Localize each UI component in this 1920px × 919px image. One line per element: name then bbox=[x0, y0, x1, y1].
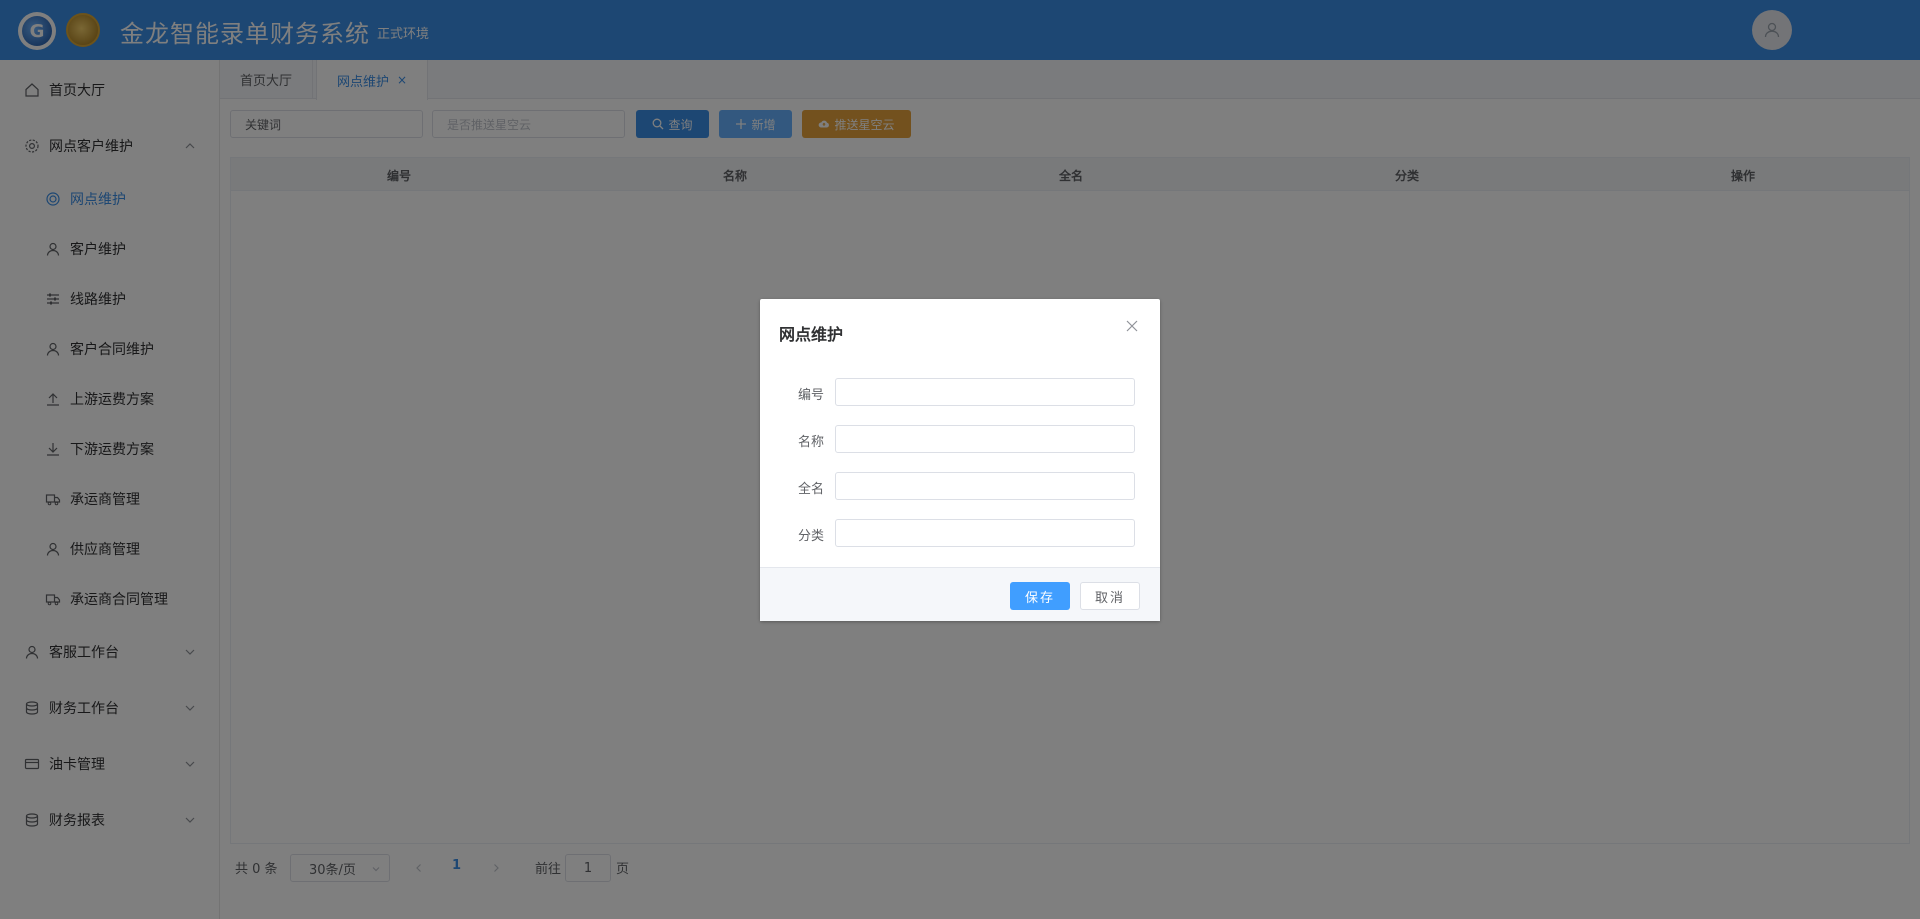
outlet-dialog: 网点维护 编号 名称 全名 分类 保存 取消 bbox=[760, 299, 1160, 621]
field-label-code: 编号 bbox=[797, 388, 824, 403]
close-icon[interactable] bbox=[1125, 319, 1139, 333]
field-label-fullname: 全名 bbox=[797, 482, 824, 497]
field-label-category: 分类 bbox=[797, 529, 824, 544]
dialog-title: 网点维护 bbox=[779, 325, 844, 344]
code-field[interactable] bbox=[835, 378, 1135, 406]
name-field[interactable] bbox=[835, 425, 1135, 453]
fullname-field[interactable] bbox=[835, 472, 1135, 500]
save-button[interactable]: 保存 bbox=[1010, 582, 1070, 610]
field-label-name: 名称 bbox=[797, 435, 824, 450]
category-field[interactable] bbox=[835, 519, 1135, 547]
cancel-button[interactable]: 取消 bbox=[1080, 582, 1140, 610]
